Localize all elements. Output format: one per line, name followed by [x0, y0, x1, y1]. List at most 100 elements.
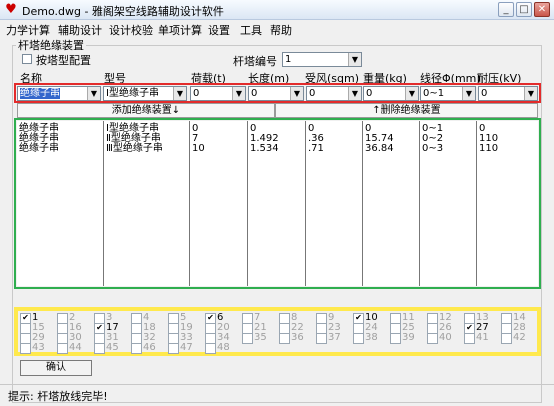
phase-number: 47 [180, 342, 193, 353]
phase-number: 40 [439, 332, 452, 343]
weight-value: 0 [366, 88, 373, 99]
window-title: Demo.dwg - 雅阁架空线路辅助设计软件 [22, 5, 224, 18]
by-tower-type-label: 按塔型配置 [36, 54, 91, 67]
phase-number: 48 [217, 342, 230, 353]
checkbox-box [464, 333, 475, 344]
checkbox-box [57, 343, 68, 354]
close-button[interactable]: ✕ [534, 2, 550, 17]
menu-help[interactable]: 帮助 [270, 22, 292, 38]
phase-checkbox[interactable]: 40 [427, 333, 461, 345]
table-cell: 1.534 [250, 143, 279, 154]
table-cell: 绝缘子串 [19, 143, 59, 154]
phase-number: 41 [476, 332, 489, 343]
phase-number: 44 [69, 342, 82, 353]
checkbox-box [168, 343, 179, 354]
tower-number-select[interactable]: 1 ▼ [282, 52, 362, 67]
checkbox-box [501, 333, 512, 344]
table-cell: 110 [479, 143, 499, 154]
phase-checkbox[interactable]: 48 [205, 343, 239, 355]
load-select[interactable]: 0 ▼ [190, 86, 246, 101]
phase-checkbox[interactable]: 47 [168, 343, 202, 355]
name-select[interactable]: 绝缘子串 ▼ [17, 86, 101, 101]
app-icon: ♥ [5, 2, 17, 17]
tower-number-label: 杆塔编号 [233, 55, 277, 68]
confirm-button[interactable]: 确认 [20, 360, 92, 376]
checkbox-box [131, 343, 142, 354]
checkbox-box [205, 343, 216, 354]
column-divider [305, 121, 306, 286]
chevron-down-icon: ▼ [524, 87, 537, 100]
table-cell: 10 [192, 143, 205, 154]
menu-mechanics[interactable]: 力学计算 [6, 22, 50, 38]
phase-checkbox[interactable]: 45 [94, 343, 128, 355]
phase-checkbox[interactable]: 41 [464, 333, 498, 345]
voltage-select[interactable]: 0 ▼ [478, 86, 538, 101]
menu-aided-design[interactable]: 辅助设计 [58, 22, 102, 38]
tower-number-value: 1 [285, 54, 292, 65]
phase-number: 45 [106, 342, 119, 353]
column-divider [247, 121, 248, 286]
phase-checkbox[interactable]: 35 [242, 333, 276, 345]
table-cell: Ⅲ型绝缘子串 [106, 143, 163, 154]
phase-checkbox[interactable]: 39 [390, 333, 424, 345]
add-insulation-button[interactable]: 添加绝缘装置↓ [17, 103, 275, 118]
phase-number: 46 [143, 342, 156, 353]
delete-insulation-button[interactable]: ↑删除绝缘装置 [275, 103, 538, 118]
checkbox-box [390, 333, 401, 344]
menu-single-calc[interactable]: 单项计算 [158, 22, 202, 38]
chevron-down-icon: ▼ [290, 87, 303, 100]
menu-design-check[interactable]: 设计校验 [109, 22, 153, 38]
name-value: 绝缘子串 [20, 88, 60, 99]
length-value: 0 [251, 88, 258, 99]
chevron-down-icon: ▼ [87, 87, 100, 100]
table-cell: .71 [308, 143, 324, 154]
chevron-down-icon: ▼ [348, 53, 361, 66]
menu-settings[interactable]: 设置 [208, 22, 230, 38]
wind-value: 0 [309, 88, 316, 99]
chevron-down-icon: ▼ [232, 87, 245, 100]
phase-number: 42 [513, 332, 526, 343]
checkbox-box [427, 333, 438, 344]
phase-number: 38 [365, 332, 378, 343]
status-text: 提示: 杆塔放线完毕! [8, 390, 108, 403]
column-divider [362, 121, 363, 286]
diameter-select[interactable]: 0~1 ▼ [420, 86, 476, 101]
chevron-down-icon: ▼ [462, 87, 475, 100]
model-select[interactable]: Ⅰ型绝缘子串 ▼ [103, 86, 187, 101]
model-value: Ⅰ型绝缘子串 [106, 88, 159, 99]
maximize-button[interactable]: □ [516, 2, 532, 17]
by-tower-type-checkbox[interactable] [22, 54, 32, 64]
checkbox-box [353, 333, 364, 344]
wind-select[interactable]: 0 ▼ [306, 86, 362, 101]
chevron-down-icon: ▼ [405, 87, 418, 100]
phase-number: 39 [402, 332, 415, 343]
chevron-down-icon: ▼ [173, 87, 186, 100]
checkbox-box [94, 343, 105, 354]
column-divider [189, 121, 190, 286]
diameter-value: 0~1 [423, 88, 445, 99]
menu-tools[interactable]: 工具 [240, 22, 262, 38]
phase-checkbox[interactable]: 36 [279, 333, 313, 345]
load-value: 0 [193, 88, 200, 99]
group-title: 杆塔绝缘装置 [16, 37, 86, 53]
phase-number: 37 [328, 332, 341, 343]
phase-checkbox[interactable]: 37 [316, 333, 350, 345]
phase-checkbox[interactable]: 42 [501, 333, 535, 345]
checkbox-box [279, 333, 290, 344]
phase-checkbox[interactable]: 38 [353, 333, 387, 345]
column-divider [476, 121, 477, 286]
phase-checkbox[interactable]: 43 [20, 343, 54, 355]
checkbox-box [316, 333, 327, 344]
phase-number: 43 [32, 342, 45, 353]
phase-checkbox[interactable]: 46 [131, 343, 165, 355]
minimize-button[interactable]: _ [498, 2, 514, 17]
checkbox-box [242, 333, 253, 344]
checkbox-box [20, 343, 31, 354]
column-divider [103, 121, 104, 286]
voltage-value: 0 [481, 88, 488, 99]
phase-checkbox[interactable]: 44 [57, 343, 91, 355]
phase-number: 36 [291, 332, 304, 343]
table-cell: 36.84 [365, 143, 394, 154]
length-select[interactable]: 0 ▼ [248, 86, 304, 101]
weight-select[interactable]: 0 ▼ [363, 86, 419, 101]
